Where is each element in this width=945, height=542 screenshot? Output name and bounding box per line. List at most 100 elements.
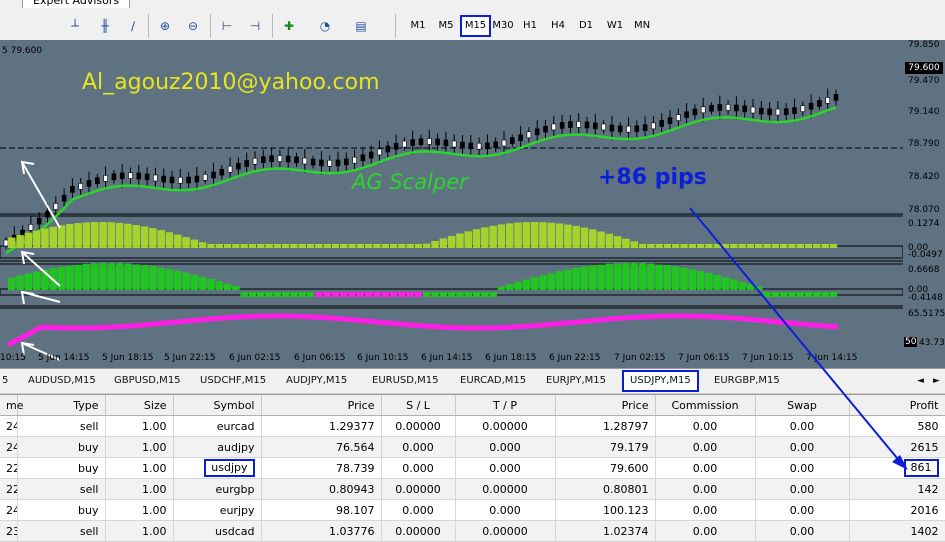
symbol-value: usdcad	[215, 524, 255, 538]
ind2-bar	[281, 292, 290, 297]
ind2-bar	[157, 267, 165, 290]
ind2-bar	[663, 265, 672, 290]
zoom-in-icon[interactable]: ⊕	[154, 15, 176, 37]
symbol-tab[interactable]: 5	[2, 374, 8, 388]
col-header[interactable]: S / L	[381, 395, 456, 416]
ind2-bar	[381, 292, 389, 297]
ind2-bar	[680, 267, 688, 290]
col-header[interactable]: Price	[261, 395, 382, 416]
ind2-bar	[464, 292, 472, 297]
candle-body	[518, 134, 523, 142]
ind2-bar	[174, 270, 182, 290]
symbol-tab-eurusd[interactable]: EURUSD,M15	[372, 374, 438, 388]
zoom-out-icon[interactable]: ⊖	[182, 15, 204, 37]
expert-advisors-tab[interactable]: Expert Advisors	[22, 0, 131, 8]
symbol-tab-usdjpy[interactable]: USDJPY,M15	[622, 370, 699, 392]
candle-body	[393, 142, 399, 150]
ind1-bar	[672, 244, 680, 248]
candle-body	[775, 108, 781, 116]
tf-m1[interactable]: M1	[408, 17, 428, 35]
col-header[interactable]: Size	[105, 395, 174, 416]
col-header[interactable]: Symbol	[173, 395, 262, 416]
table-row[interactable]: 229buy1.00usdjpy78.7390.0000.00079.6000.…	[0, 457, 945, 479]
table-cell: 244	[0, 499, 18, 521]
candle-body	[617, 125, 623, 133]
tf-d1[interactable]: D1	[576, 17, 596, 35]
ind1-bar	[107, 222, 116, 248]
ind3-marker: 50	[904, 337, 918, 347]
col-header[interactable]: Price	[555, 395, 656, 416]
ind2-bar	[132, 264, 140, 290]
tf-m5[interactable]: M5	[436, 17, 456, 35]
ind2-bar	[705, 272, 713, 290]
candle-body	[3, 239, 9, 247]
tf-mn[interactable]: MN	[631, 17, 653, 35]
candle-body	[269, 155, 274, 163]
candle-body	[410, 139, 416, 146]
table-cell: 0.00	[655, 436, 756, 458]
candle-body	[651, 122, 656, 130]
candle-body	[584, 121, 590, 129]
table-row[interactable]: 245sell1.00eurcad1.293770.000000.000001.…	[0, 415, 945, 437]
candle-body	[559, 122, 565, 129]
ind2-bar	[813, 292, 821, 297]
ind1-bar	[738, 244, 746, 248]
templates-icon[interactable]: ▤	[350, 15, 372, 37]
symbol-tab-eurcad[interactable]: EURCAD,M15	[460, 374, 526, 388]
price-chart[interactable]: 5 79.600 Al_agouz2010@yahoo.com AG Scalp…	[0, 40, 903, 368]
profit-value-highlight: 861	[903, 459, 939, 477]
scroll-left-icon[interactable]: ◄	[917, 374, 924, 388]
chart-shift-icon[interactable]: ⊣	[244, 15, 266, 37]
candle-body	[626, 125, 631, 133]
ind1-bar	[115, 222, 124, 248]
col-header[interactable]: Commission	[655, 395, 756, 416]
col-header[interactable]: Swap	[755, 395, 850, 416]
table-row[interactable]: 248buy1.00audjpy76.5640.0000.00079.1790.…	[0, 436, 945, 458]
col-header[interactable]: Type	[17, 395, 106, 416]
tf-h1[interactable]: H1	[520, 17, 540, 35]
symbol-tab-eurjpy[interactable]: EURJPY,M15	[546, 374, 606, 388]
candle-body	[236, 162, 241, 170]
tf-w1[interactable]: W1	[605, 17, 625, 35]
price-tick: 79.850	[908, 40, 940, 50]
time-label: 6 Jun 22:15	[549, 353, 601, 363]
candlestick-icon[interactable]: ╫	[94, 15, 116, 37]
table-cell: 228	[0, 478, 18, 500]
symbol-tab-eurgbp[interactable]: EURGBP,M15	[714, 374, 780, 388]
ind1-bar	[82, 222, 91, 248]
chart-symbol-price: 5 79.600	[2, 46, 43, 56]
col-header[interactable]: Profit	[849, 395, 945, 416]
line-chart-icon[interactable]: ∕	[122, 15, 144, 37]
candle-body	[609, 124, 615, 132]
table-row[interactable]: 244buy1.00eurjpy98.1070.0000.000100.1230…	[0, 499, 945, 521]
symbol-tab-audusd[interactable]: AUDUSD,M15	[28, 374, 96, 388]
table-cell: 580	[849, 415, 945, 437]
candle-body	[227, 165, 233, 173]
ind2-bar	[763, 292, 771, 297]
tf-m30[interactable]: M30	[491, 17, 515, 35]
ind2-bar	[489, 292, 497, 297]
symbol-tab-usdchf[interactable]: USDCHF,M15	[200, 374, 266, 388]
ind2-bar	[66, 265, 74, 290]
col-header[interactable]: me	[0, 395, 23, 416]
candle-body	[443, 139, 449, 147]
col-header[interactable]: T / P	[455, 395, 556, 416]
ind2-bar	[672, 266, 680, 290]
candle-body	[319, 159, 324, 167]
tf-m15[interactable]: M15	[460, 15, 491, 37]
ind2-bar	[223, 283, 232, 290]
autoscroll-icon[interactable]: ⊢	[216, 15, 238, 37]
candle-body	[509, 137, 515, 144]
tf-h4[interactable]: H4	[548, 17, 568, 35]
indicators-icon[interactable]: ✚	[278, 15, 300, 37]
table-row[interactable]: 228sell1.00eurgbp0.809430.000000.000000.…	[0, 478, 945, 500]
bar-chart-icon[interactable]: ┴	[64, 15, 86, 37]
symbol-tab-audjpy[interactable]: AUDJPY,M15	[286, 374, 347, 388]
ind1-bar	[813, 244, 821, 248]
periods-clock-icon[interactable]: ◔	[314, 15, 336, 37]
symbol-tab-gbpusd[interactable]: GBPUSD,M15	[114, 374, 181, 388]
table-row[interactable]: 239sell1.00usdcad1.037760.000000.000001.…	[0, 520, 945, 542]
table-cell: 1402	[849, 520, 945, 542]
ind1-bar	[423, 243, 431, 248]
scroll-right-icon[interactable]: ►	[933, 374, 940, 388]
